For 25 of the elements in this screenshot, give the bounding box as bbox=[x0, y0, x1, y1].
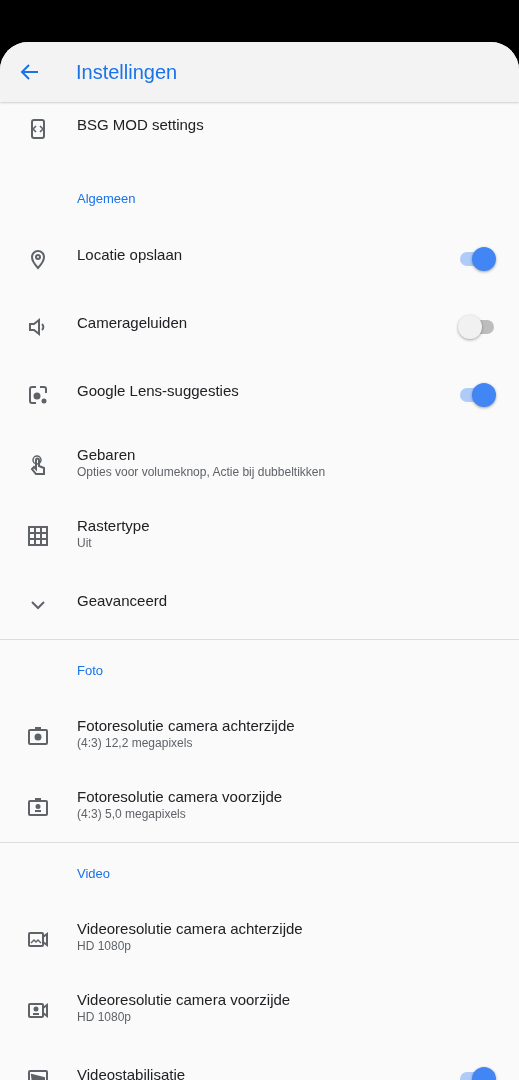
setting-title[interactable]: Google Lens-suggesties bbox=[77, 381, 239, 399]
section-header: Foto bbox=[77, 663, 103, 678]
setting-title[interactable]: Geavanceerd bbox=[77, 591, 168, 609]
setting-title[interactable]: Rastertype bbox=[77, 517, 150, 534]
screen-title: Instellingen bbox=[76, 60, 178, 84]
setting-summary: Uit bbox=[77, 536, 92, 550]
setting-title[interactable]: Gebaren bbox=[77, 446, 136, 463]
setting-title[interactable]: Fotoresolutie camera achterzijde bbox=[77, 717, 295, 734]
setting-summary: HD 1080p bbox=[77, 1010, 132, 1024]
section-header: Video bbox=[77, 866, 110, 881]
setting-title[interactable]: Camerageluiden bbox=[77, 313, 188, 331]
setting-summary: (4:3) 5,0 megapixels bbox=[77, 807, 186, 821]
setting-title[interactable]: Locatie opslaan bbox=[77, 245, 183, 263]
setting-title[interactable]: BSG MOD settings bbox=[77, 115, 204, 133]
setting-summary: Opties voor volumeknop, Actie bij dubbeltikken bbox=[77, 465, 326, 479]
setting-title[interactable]: Fotoresolutie camera voorzijde bbox=[77, 788, 283, 805]
back-arrow-icon bbox=[20, 62, 40, 82]
grid-icon bbox=[26, 523, 50, 548]
setting-title[interactable]: Videoresolutie camera achterzijde bbox=[77, 920, 303, 937]
lens-icon bbox=[26, 383, 50, 407]
section-header: Algemeen bbox=[77, 191, 136, 206]
setting-title[interactable]: Videostabilisatie bbox=[77, 1065, 186, 1080]
setting-summary: (4:3) 12,2 megapixels bbox=[77, 736, 193, 750]
setting-summary: HD 1080p bbox=[77, 939, 132, 953]
setting-title[interactable]: Videoresolutie camera voorzijde bbox=[77, 991, 291, 1008]
